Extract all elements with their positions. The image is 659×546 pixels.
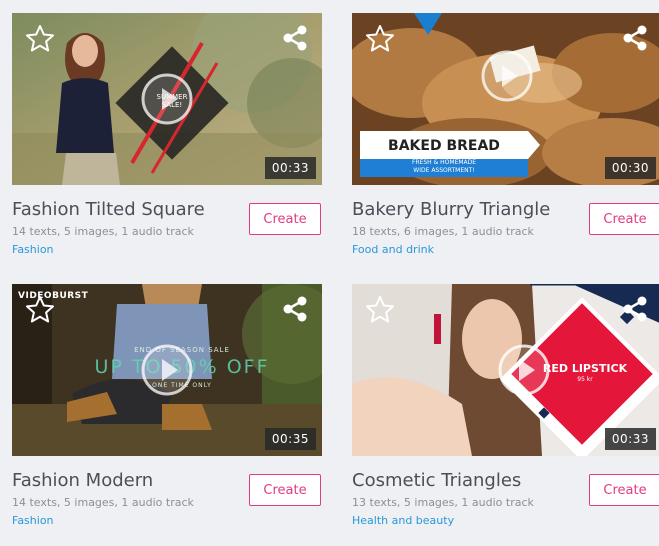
template-title: Cosmetic Triangles [352, 470, 522, 491]
star-icon[interactable] [24, 23, 56, 55]
template-title: Fashion Modern [12, 470, 154, 491]
create-button[interactable]: Create [249, 474, 321, 506]
share-icon[interactable] [620, 23, 650, 53]
star-icon[interactable] [364, 23, 396, 55]
category-link[interactable]: Fashion [12, 243, 54, 256]
template-preview[interactable]: VIDEOBURST END OF SEASON SALE UP TO 50% … [12, 284, 322, 456]
category-link[interactable]: Health and beauty [352, 514, 454, 527]
overlay-headline: BAKED BREAD [388, 138, 500, 154]
template-meta: 18 texts, 6 images, 1 audio track [352, 225, 534, 238]
duration-badge: 00:35 [264, 428, 316, 450]
play-icon[interactable] [480, 49, 534, 103]
overlay-text-line: FRESH & HOMEMADE [411, 159, 477, 166]
share-icon[interactable] [280, 23, 310, 53]
category-link[interactable]: Food and drink [352, 243, 434, 256]
category-link[interactable]: Fashion [12, 514, 54, 527]
template-meta: 14 texts, 5 images, 1 audio track [12, 496, 194, 509]
template-title: Bakery Blurry Triangle [352, 199, 551, 220]
star-icon[interactable] [364, 294, 396, 326]
play-icon[interactable] [140, 343, 194, 397]
template-preview[interactable]: BAKED BREAD FRESH & HOMEMADE WIDE ASSORT… [352, 13, 659, 185]
template-meta: 14 texts, 5 images, 1 audio track [12, 225, 194, 238]
star-icon[interactable] [24, 294, 56, 326]
template-card-bakery-blurry-triangle: BAKED BREAD FRESH & HOMEMADE WIDE ASSORT… [352, 13, 659, 275]
share-icon[interactable] [620, 294, 650, 324]
template-card-cosmetic-triangles: RED LIPSTICK 95 kr 00:33 Cosmetic Triang… [352, 284, 659, 546]
overlay-text-line: WIDE ASSORTMENT! [413, 167, 475, 174]
template-title: Fashion Tilted Square [12, 199, 205, 220]
duration-badge: 00:33 [604, 428, 656, 450]
create-button[interactable]: Create [589, 203, 659, 235]
share-icon[interactable] [280, 294, 310, 324]
create-button[interactable]: Create [589, 474, 659, 506]
template-card-fashion-tilted-square: SUMMER SALE! 00:33 Fashion Tilted Square… [12, 13, 322, 275]
play-icon[interactable] [497, 343, 551, 397]
create-button[interactable]: Create [249, 203, 321, 235]
template-preview[interactable]: RED LIPSTICK 95 kr 00:33 [352, 284, 659, 456]
play-icon[interactable] [140, 72, 194, 126]
template-card-fashion-modern: VIDEOBURST END OF SEASON SALE UP TO 50% … [12, 284, 322, 546]
duration-badge: 00:30 [604, 157, 656, 179]
template-preview[interactable]: SUMMER SALE! 00:33 [12, 13, 322, 185]
template-meta: 13 texts, 5 images, 1 audio track [352, 496, 534, 509]
duration-badge: 00:33 [264, 157, 316, 179]
